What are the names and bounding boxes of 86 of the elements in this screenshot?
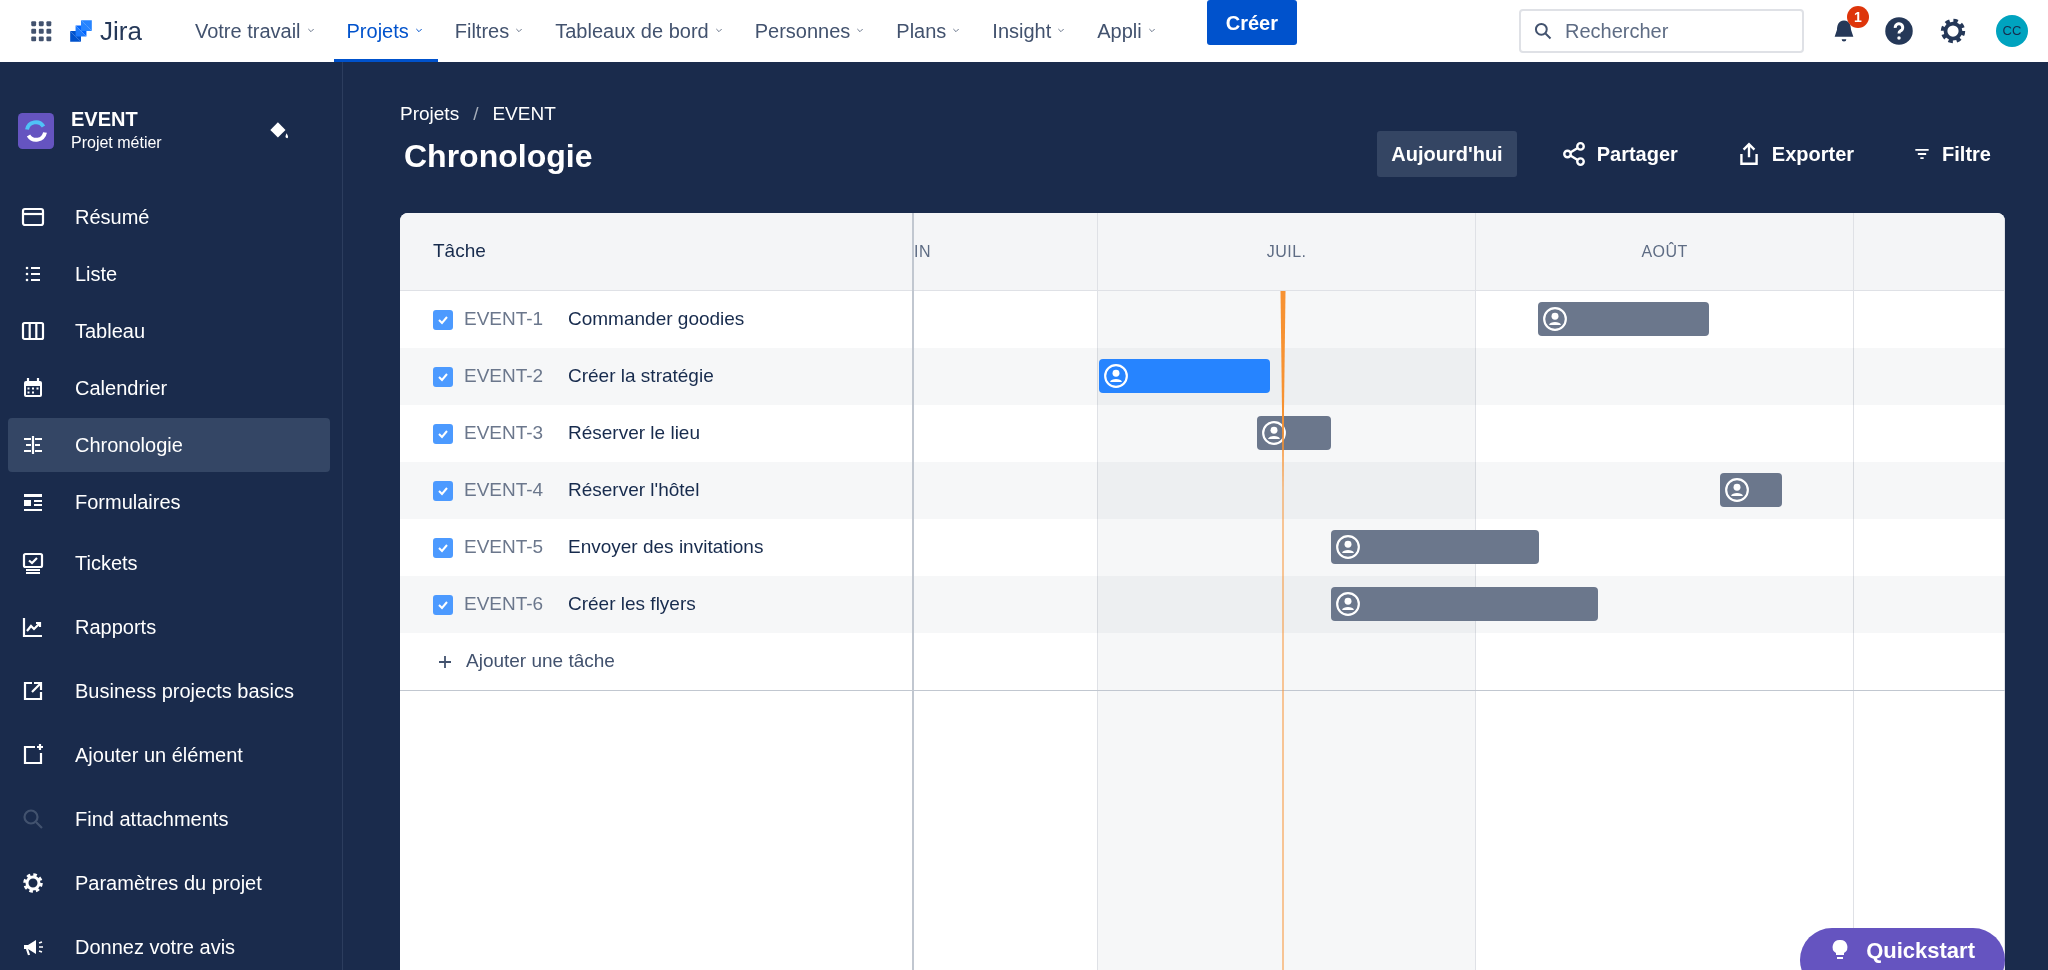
task-summary[interactable]: Commander goodies xyxy=(568,305,745,334)
task-key[interactable]: EVENT-5 xyxy=(464,533,544,562)
sidebar-item[interactable]: Tickets xyxy=(8,532,330,593)
task-key[interactable]: EVENT-2 xyxy=(464,362,544,391)
sidebar-item[interactable]: Tableau xyxy=(8,304,330,358)
task-bar[interactable] xyxy=(1256,416,1331,450)
timeline-icon xyxy=(21,433,45,457)
nav-menu[interactable]: Votre travail xyxy=(181,0,330,62)
toolbar-button[interactable]: Filtre xyxy=(1898,131,2005,177)
nav-menu[interactable]: Plans xyxy=(883,0,976,62)
columns-icon xyxy=(21,319,45,343)
add-task-link[interactable]: Ajouter une tâche xyxy=(436,647,615,676)
nav-menu[interactable]: Filtres xyxy=(441,0,539,62)
avatar-icon xyxy=(1103,363,1130,389)
project-logo-icon xyxy=(18,113,54,149)
avatar-icon xyxy=(1334,534,1361,560)
column-header: Tâche xyxy=(433,239,486,264)
task-key[interactable]: EVENT-1 xyxy=(464,305,544,334)
sidebar-item[interactable]: Résumé xyxy=(8,190,330,244)
project-type: Projet métier xyxy=(71,133,163,153)
toolbar-button[interactable]: Partager xyxy=(1546,131,1692,177)
window-icon xyxy=(21,205,45,229)
task-checkbox[interactable] xyxy=(433,594,453,615)
toolbar-button[interactable]: Aujourd'hui xyxy=(1377,131,1517,177)
avatar-icon xyxy=(1542,306,1569,332)
breadcrumb-link[interactable]: Projets xyxy=(400,100,460,129)
avatar-icon xyxy=(1724,477,1751,503)
task-checkbox[interactable] xyxy=(433,480,453,501)
settings-icon[interactable] xyxy=(1938,16,1968,46)
quickstart-button[interactable]: Quickstart xyxy=(1800,928,2005,970)
page-title: Chronologie xyxy=(404,136,593,175)
sidebar-item[interactable]: Rapports xyxy=(8,596,330,657)
sidebar-item[interactable]: Paramètres du projet xyxy=(8,852,330,913)
avatar-icon xyxy=(1260,420,1287,446)
task-bar[interactable] xyxy=(1330,587,1599,621)
calendar-icon xyxy=(21,376,45,400)
toolbar-button[interactable]: Exporter xyxy=(1721,131,1869,177)
breadcrumb-separator: / xyxy=(473,102,479,127)
sidebar-item[interactable]: Calendrier xyxy=(8,361,330,415)
nav-menu[interactable]: Projets xyxy=(333,0,438,62)
project-name: EVENT xyxy=(71,107,139,131)
task-bar[interactable] xyxy=(1099,359,1270,393)
user-avatar[interactable]: CC xyxy=(1996,15,2028,47)
help-icon[interactable] xyxy=(1884,16,1914,46)
settings-icon xyxy=(21,870,45,895)
task-key[interactable]: EVENT-4 xyxy=(464,476,544,505)
jira-mark-icon xyxy=(68,18,94,44)
task-checkbox[interactable] xyxy=(433,366,453,387)
avatar-icon xyxy=(1334,591,1361,617)
sidebar-item[interactable]: Ajouter un élément xyxy=(8,724,330,785)
share-icon xyxy=(1560,141,1587,167)
sidebar-item[interactable]: Chronologie xyxy=(8,418,330,472)
task-checkbox[interactable] xyxy=(433,423,453,444)
month-label: AOÛT xyxy=(1641,241,1688,262)
task-bar[interactable] xyxy=(1538,302,1710,336)
search-icon xyxy=(21,806,45,831)
nav-menu[interactable]: Insight xyxy=(979,0,1081,62)
task-bar[interactable] xyxy=(1330,530,1540,564)
app-switcher-icon[interactable] xyxy=(28,18,54,44)
notification-badge: 1 xyxy=(1847,6,1869,28)
task-summary[interactable]: Créer les flyers xyxy=(568,590,696,619)
task-summary[interactable]: Créer la stratégie xyxy=(568,362,714,391)
add-square-icon xyxy=(21,742,45,767)
task-bar[interactable] xyxy=(1720,473,1783,507)
task-key[interactable]: EVENT-3 xyxy=(464,419,544,448)
task-key[interactable]: EVENT-6 xyxy=(464,590,544,619)
task-checkbox[interactable] xyxy=(433,537,453,558)
create-button[interactable]: Créer xyxy=(1206,0,1297,45)
month-label: JUIL. xyxy=(1266,241,1307,262)
jira-logo[interactable]: Jira xyxy=(68,11,142,51)
nav-menu[interactable]: Personnes xyxy=(741,0,880,62)
task-checkbox[interactable] xyxy=(433,309,453,330)
nav-menu[interactable]: Appli xyxy=(1084,0,1171,62)
month-label: IN xyxy=(914,241,931,262)
task-summary[interactable]: Réserver le lieu xyxy=(568,419,700,448)
sidebar-item[interactable]: Business projects basics xyxy=(8,660,330,721)
breadcrumb-link[interactable]: EVENT xyxy=(492,100,556,129)
task-summary[interactable]: Réserver l'hôtel xyxy=(568,476,700,505)
sidebar-item[interactable]: Liste xyxy=(8,247,330,301)
sidebar-item[interactable]: Formulaires xyxy=(8,475,330,529)
monitor-check-icon xyxy=(21,550,45,575)
nav-menu[interactable]: Tableaux de bord xyxy=(542,0,738,62)
search-field[interactable]: Rechercher xyxy=(1519,9,1804,53)
sidebar-item[interactable]: Find attachments xyxy=(8,788,330,849)
sidebar-item[interactable]: Donnez votre avis xyxy=(8,916,330,970)
task-summary[interactable]: Envoyer des invitations xyxy=(568,533,764,562)
